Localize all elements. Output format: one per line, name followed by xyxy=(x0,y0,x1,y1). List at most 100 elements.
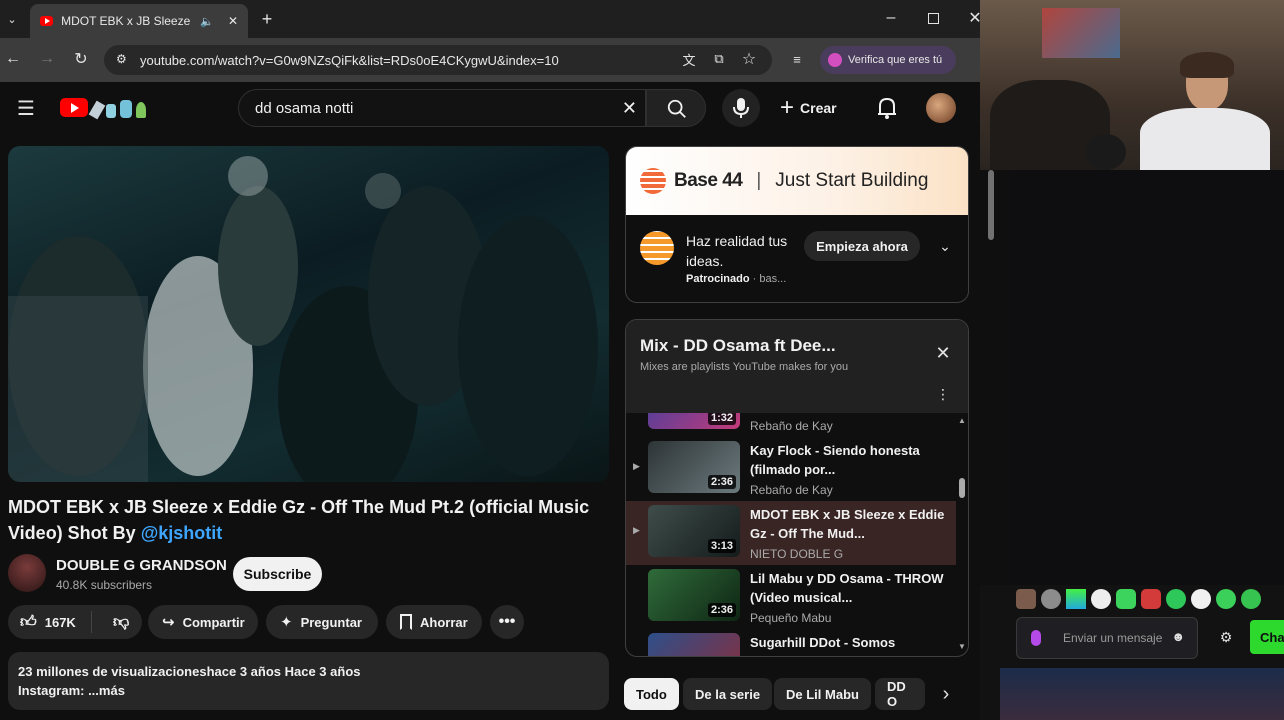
chat-send-button[interactable]: Cha xyxy=(1250,620,1284,654)
playlist-header: Mix - DD Osama ft Dee... Mixes are playl… xyxy=(626,320,968,413)
chevron-down-icon[interactable]: ⌄ xyxy=(936,237,954,255)
title-handle-link[interactable]: @kjshotit xyxy=(141,523,223,543)
playlist-item[interactable]: Sugarhill DDot - Somos xyxy=(626,629,956,656)
microphone-icon[interactable] xyxy=(1031,630,1041,646)
streamer-shirt xyxy=(1140,108,1270,170)
install-app-icon[interactable]: ⧉ xyxy=(710,50,728,68)
url-text: youtube.com/watch?v=G0w9NZsQiFk&list=RDs… xyxy=(140,52,559,68)
emote-icon[interactable] xyxy=(1016,589,1036,609)
like-button[interactable]: 👍︎ 167K xyxy=(8,611,93,633)
description-box[interactable]: 23 millones de visualizacioneshace 3 año… xyxy=(8,652,609,710)
emote-icon[interactable] xyxy=(1191,589,1211,609)
scroll-down-icon[interactable]: ▼ xyxy=(958,642,966,651)
playlist-item-current[interactable]: ▶ 3:13 MDOT EBK x JB Sleeze x Eddie Gz -… xyxy=(626,501,956,565)
emoji-icon[interactable]: ☻ xyxy=(1171,630,1185,644)
ad-divider: | xyxy=(756,170,762,191)
more-actions-button[interactable]: ••• xyxy=(490,605,524,639)
media-queue-icon[interactable]: ≡ xyxy=(788,50,806,68)
new-tab-icon[interactable]: + xyxy=(258,9,276,29)
dislike-button[interactable]: 👎︎ xyxy=(100,613,142,632)
account-avatar[interactable] xyxy=(926,93,956,123)
base44-logo-icon xyxy=(640,168,666,194)
address-bar[interactable]: ⚙ youtube.com/watch?v=G0w9NZsQiFk&list=R… xyxy=(104,45,772,75)
chip-dd-osama[interactable]: DD O xyxy=(875,678,925,710)
channel-name[interactable]: DOUBLE G GRANDSON xyxy=(56,557,227,574)
playlist-item[interactable]: 2:36 Lil Mabu y DD Osama - THROW (Video … xyxy=(626,565,956,629)
emote-icon[interactable] xyxy=(1241,589,1261,609)
maximize-icon[interactable] xyxy=(928,13,939,24)
sponsor-domain: · bas... xyxy=(749,273,787,285)
playlist-item-title: MDOT EBK x JB Sleeze x Eddie Gz - Off Th… xyxy=(750,507,945,541)
chip-from-series[interactable]: De la serie xyxy=(683,678,773,710)
emote-icon[interactable] xyxy=(1116,589,1136,609)
bookmark-star-icon[interactable]: ☆ xyxy=(740,50,758,68)
chat-settings-gear-icon[interactable]: ⚙ xyxy=(1218,628,1234,646)
duration-badge: 1:32 xyxy=(707,413,736,425)
playlist-item-title: Lil Mabu y DD Osama - THROW (Video music… xyxy=(750,571,944,605)
playlist-title[interactable]: Mix - DD Osama ft Dee... xyxy=(640,336,836,356)
chat-message-input[interactable]: Enviar un mensaje ☻ xyxy=(1016,617,1198,659)
ad-cta-button[interactable]: Empieza ahora xyxy=(804,231,920,261)
playlist-menu-icon[interactable]: ⋮ xyxy=(936,384,950,404)
verify-label: Verifica que eres tú xyxy=(848,54,943,66)
playlist-item[interactable]: ▶ 2:36 Kay Flock - Siendo honesta (filma… xyxy=(626,437,956,501)
reload-icon[interactable]: ↻ xyxy=(72,50,90,68)
chips-next-icon[interactable]: › xyxy=(936,683,956,705)
create-button[interactable]: + Crear xyxy=(780,89,856,127)
search-button[interactable] xyxy=(646,89,706,127)
chip-all[interactable]: Todo xyxy=(624,678,679,710)
playlist-subtitle: Mixes are playlists YouTube makes for yo… xyxy=(640,361,849,373)
playlist-thumbnail: 2:36 xyxy=(648,569,740,621)
save-button[interactable]: Ahorrar xyxy=(386,605,482,639)
minimize-icon[interactable]: – xyxy=(882,8,900,28)
emote-icon[interactable] xyxy=(1166,589,1186,609)
subscribe-button[interactable]: Subscribe xyxy=(233,557,322,591)
emote-icon[interactable] xyxy=(1041,589,1061,609)
sponsored-label: Patrocinado xyxy=(686,273,750,285)
chat-area xyxy=(1010,170,1284,585)
emote-icon[interactable] xyxy=(1141,589,1161,609)
channel-avatar[interactable] xyxy=(8,554,46,592)
close-playlist-icon[interactable]: ✕ xyxy=(934,343,952,363)
wall-poster xyxy=(1042,8,1120,58)
menu-icon[interactable]: ☰ xyxy=(16,98,36,120)
share-button[interactable]: ↪ Compartir xyxy=(148,605,258,639)
play-indicator-icon: ▶ xyxy=(633,461,640,471)
playlist-item[interactable]: 1:32 Rebaño de Kay xyxy=(626,413,956,437)
page-scroll-thumb[interactable] xyxy=(988,170,994,240)
video-player[interactable] xyxy=(8,146,609,482)
webcam-overlay xyxy=(980,0,1284,170)
video-title-text: MDOT EBK x JB Sleeze x Eddie Gz - Off Th… xyxy=(8,497,590,543)
scroll-thumb[interactable] xyxy=(959,478,965,498)
playlist-scrollbar[interactable]: ▲ ▼ xyxy=(958,416,966,652)
youtube-logo-icon[interactable] xyxy=(60,98,88,117)
tab-close-icon[interactable]: ✕ xyxy=(228,14,238,28)
emote-icon[interactable] xyxy=(1216,589,1236,609)
sponsored-ad[interactable]: Base 44 | Just Start Building Haz realid… xyxy=(625,146,969,303)
playlist-item-artist: Pequeño Mabu xyxy=(750,611,832,625)
chip-from-lil-mabu[interactable]: De Lil Mabu xyxy=(774,678,871,710)
share-arrow-icon: ↪ xyxy=(162,614,175,631)
profile-badge-icon xyxy=(828,53,842,67)
emote-icon[interactable] xyxy=(1066,589,1086,609)
microphone-icon xyxy=(733,98,749,118)
forward-icon[interactable]: → xyxy=(38,50,56,68)
clear-search-icon[interactable]: ✕ xyxy=(622,98,637,119)
playlist-thumbnail: 2:36 xyxy=(648,441,740,493)
voice-search-button[interactable] xyxy=(722,89,760,127)
ad-banner[interactable]: Base 44 | Just Start Building xyxy=(626,147,968,215)
verify-profile-button[interactable]: Verifica que eres tú xyxy=(820,46,956,74)
ask-button[interactable]: ✦ Preguntar xyxy=(266,605,378,639)
ad-headline: Haz realidad tus ideas. xyxy=(686,233,788,269)
search-input[interactable]: dd osama notti ✕ xyxy=(238,89,646,127)
duration-badge: 2:36 xyxy=(707,475,736,489)
browser-tab[interactable]: MDOT EBK x JB Sleeze x Ed 🔈 ✕ xyxy=(30,4,248,38)
emote-icon[interactable] xyxy=(1091,589,1111,609)
site-info-icon[interactable]: ⚙ xyxy=(116,52,127,66)
scroll-up-icon[interactable]: ▲ xyxy=(958,416,966,425)
translate-icon[interactable]: 文 xyxy=(680,50,698,68)
notifications-bell-icon[interactable] xyxy=(876,96,898,120)
playlist-item-title: Kay Flock - Siendo honesta (filmado por.… xyxy=(750,443,920,477)
tab-search-icon[interactable]: ⌄ xyxy=(4,10,20,28)
back-icon[interactable]: ← xyxy=(4,50,22,68)
